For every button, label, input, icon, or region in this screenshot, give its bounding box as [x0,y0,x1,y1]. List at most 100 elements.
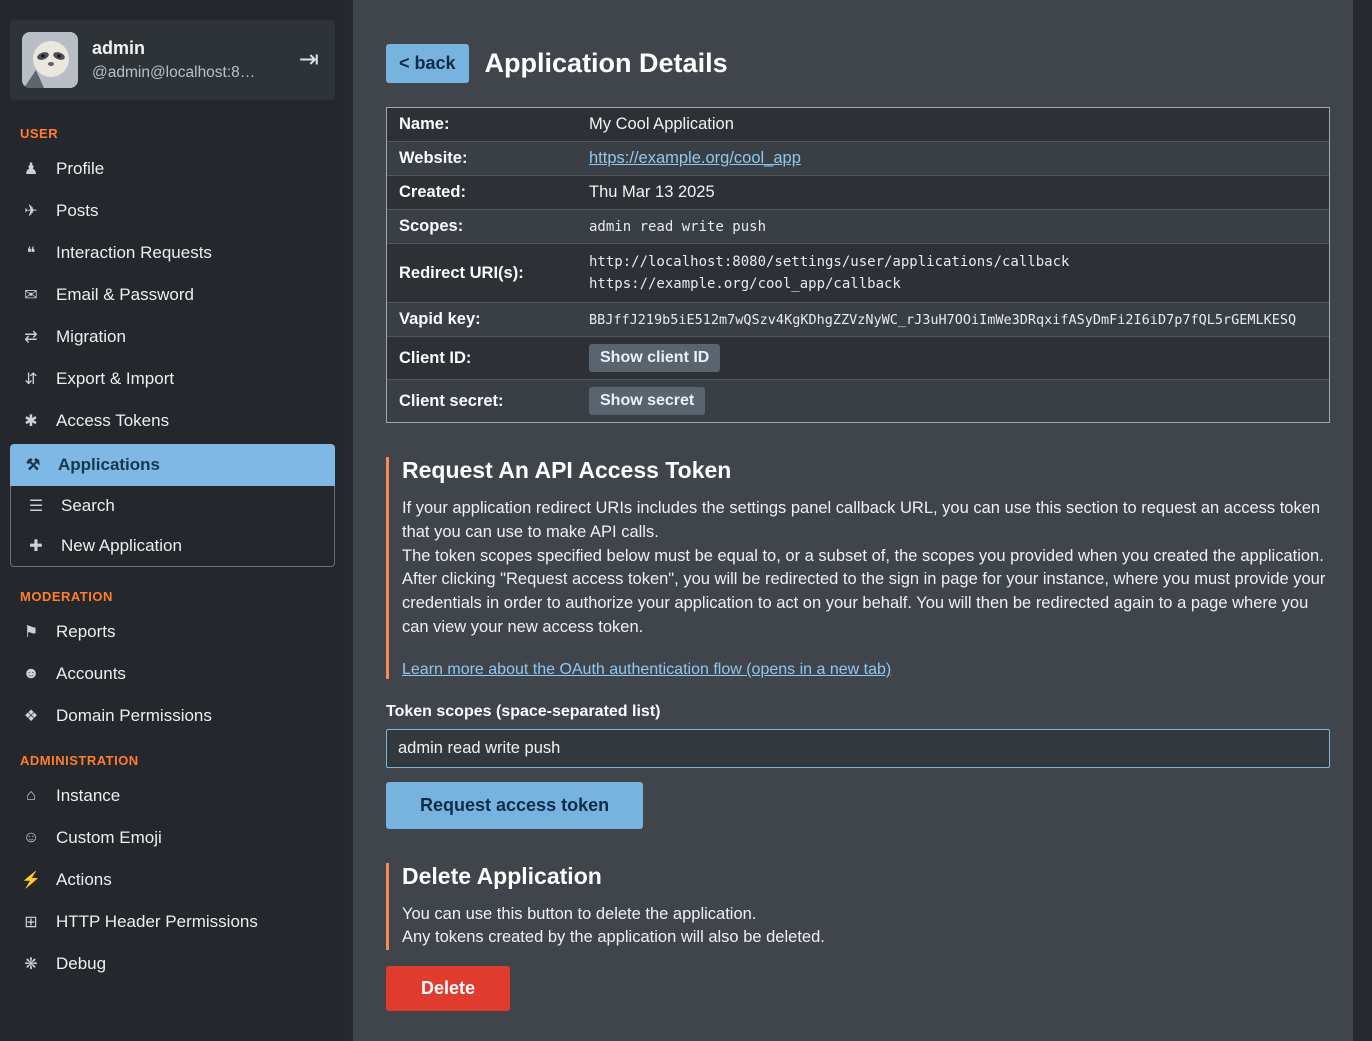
table-row-scopes: Scopes: admin read write push [387,210,1329,244]
sidebar-item-applications-active[interactable]: ⚒ Applications [10,444,335,486]
row-label: Name: [399,115,589,134]
sidebar-subitem-search[interactable]: ☰ Search [11,486,334,526]
row-label: Redirect URI(s): [399,264,589,283]
section-paragraph: After clicking "Request access token", y… [402,568,1330,639]
sidebar-item-label: Export & Import [56,369,174,389]
section-header-moderation: MODERATION [0,573,345,611]
sidebar-item-label: Applications [58,455,160,475]
main-panel: < back Application Details Name: My Cool… [353,0,1353,1041]
sidebar-item-access-tokens[interactable]: ✱ Access Tokens [0,400,345,442]
applications-submenu: ☰ Search ✚ New Application [10,486,335,567]
row-label: Client ID: [399,349,589,368]
sidebar-item-actions[interactable]: ⚡ Actions [0,859,345,901]
row-value: Thu Mar 13 2025 [589,183,1317,202]
http-header-icon: ⊞ [20,912,42,932]
sidebar-item-label: Domain Permissions [56,706,212,726]
row-label: Created: [399,183,589,202]
sidebar-item-label: Custom Emoji [56,828,162,848]
row-value: admin read write push [589,219,1317,235]
back-button[interactable]: < back [386,44,469,83]
user-meta: admin @admin@localhost:80... [92,38,260,82]
sidebar-item-label: Actions [56,870,112,890]
sidebar-item-label: Interaction Requests [56,243,212,263]
page-title: Application Details [485,48,728,79]
show-secret-button[interactable]: Show secret [589,387,705,415]
row-label: Vapid key: [399,310,589,329]
delete-application-section: Delete Application You can use this butt… [386,863,1330,951]
smiley-icon: ☺ [20,829,42,847]
certificate-icon: ✱ [20,411,42,431]
paper-plane-icon: ✈ [20,201,42,221]
table-row-client-secret: Client secret: Show secret [387,380,1329,422]
bolt-icon: ⚡ [20,870,42,890]
row-label: Client secret: [399,392,589,411]
sidebar-item-label: HTTP Header Permissions [56,912,258,932]
sidebar-item-label: Posts [56,201,99,221]
redirect-uri: http://localhost:8080/settings/user/appl… [589,254,1317,270]
sidebar-item-label: Migration [56,327,126,347]
exchange-arrows-icon: ⇄ [20,327,42,347]
token-scopes-label: Token scopes (space-separated list) [386,703,1330,721]
user-card[interactable]: admin @admin@localhost:80... ⇥ [10,20,335,100]
row-label: Website: [399,149,589,168]
section-title: Request An API Access Token [402,457,1330,484]
sidebar-item-profile[interactable]: ♟ Profile [0,148,345,190]
row-value: My Cool Application [589,115,1317,134]
sidebar-item-label: Search [61,496,115,516]
token-scopes-input[interactable] [386,729,1330,768]
section-title: Delete Application [402,863,1330,890]
sidebar-item-interaction-requests[interactable]: ❝ Interaction Requests [0,232,345,274]
user-name: admin [92,38,260,60]
sidebar-item-debug[interactable]: ❋ Debug [0,943,345,985]
sidebar-item-http-header-permissions[interactable]: ⊞ HTTP Header Permissions [0,901,345,943]
sidebar-item-posts[interactable]: ✈ Posts [0,190,345,232]
domain-permissions-icon: ❖ [20,706,42,726]
sidebar-item-instance[interactable]: ⌂ Instance [0,775,345,817]
logout-icon[interactable]: ⇥ [295,44,323,76]
sidebar-item-reports[interactable]: ⚑ Reports [0,611,345,653]
comment-icon: ❝ [20,243,42,263]
row-label: Scopes: [399,217,589,236]
flag-icon: ⚑ [20,622,42,642]
section-header-user: USER [0,110,345,148]
delete-button[interactable]: Delete [386,966,510,1011]
show-client-id-button[interactable]: Show client ID [589,344,720,372]
applications-group: ⚒ Applications ☰ Search ✚ New Applicatio… [10,444,335,567]
sidebar-subitem-new-application[interactable]: ✚ New Application [11,526,334,566]
request-access-token-button[interactable]: Request access token [386,782,643,829]
avatar [22,32,78,88]
plus-icon: ✚ [25,536,47,556]
row-value: BBJffJ219b5iE512m7wQSzv4KgKDhgZZVzNyWC_r… [589,312,1317,328]
sidebar-item-domain-permissions[interactable]: ❖ Domain Permissions [0,695,345,737]
section-header-administration: ADMINISTRATION [0,737,345,775]
sidebar-item-label: Reports [56,622,116,642]
sidebar-item-label: Accounts [56,664,126,684]
sidebar-item-label: Profile [56,159,104,179]
redirect-uri: https://example.org/cool_app/callback [589,276,1317,292]
sidebar-item-label: New Application [61,536,182,556]
sidebar-item-label: Access Tokens [56,411,169,431]
page-header: < back Application Details [386,44,1330,83]
table-row-vapid-key: Vapid key: BBJffJ219b5iE512m7wQSzv4KgKDh… [387,303,1329,337]
sidebar: admin @admin@localhost:80... ⇥ USER ♟ Pr… [0,0,345,1041]
tools-icon: ⚒ [22,455,44,475]
website-link[interactable]: https://example.org/cool_app [589,149,1317,168]
section-paragraph: If your application redirect URIs includ… [402,497,1330,545]
sidebar-item-label: Debug [56,954,106,974]
sidebar-item-custom-emoji[interactable]: ☺ Custom Emoji [0,817,345,859]
table-row-name: Name: My Cool Application [387,108,1329,142]
sitemap-icon: ⌂ [20,787,42,805]
sidebar-item-email-password[interactable]: ✉ Email & Password [0,274,345,316]
sidebar-item-label: Instance [56,786,120,806]
sidebar-item-accounts[interactable]: ☻ Accounts [0,653,345,695]
sidebar-item-export-import[interactable]: ⇵ Export & Import [0,358,345,400]
bug-icon: ❋ [20,954,42,974]
sidebar-item-migration[interactable]: ⇄ Migration [0,316,345,358]
request-token-section: Request An API Access Token If your appl… [386,457,1330,679]
section-paragraph: You can use this button to delete the ap… [402,903,1330,927]
row-value: http://localhost:8080/settings/user/appl… [589,251,1317,295]
section-paragraph: The token scopes specified below must be… [402,545,1330,569]
envelope-icon: ✉ [20,285,42,305]
oauth-docs-link[interactable]: Learn more about the OAuth authenticatio… [402,661,891,679]
application-details-table: Name: My Cool Application Website: https… [386,107,1330,423]
